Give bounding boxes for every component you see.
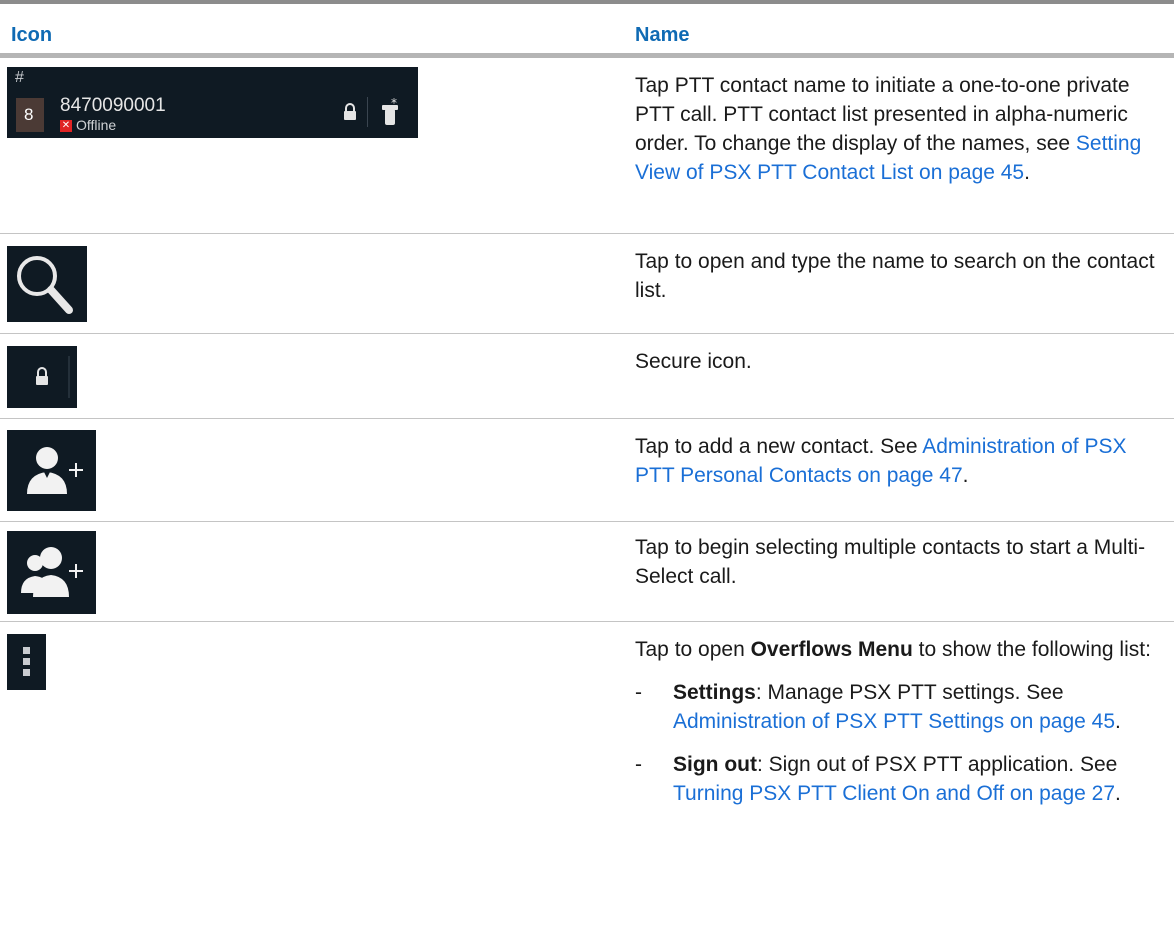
search-row-description: Tap to open and type the name to search …: [635, 250, 1155, 302]
search-icon: [7, 246, 87, 322]
overflow-row-description: Tap to open Overflows Menu to show the f…: [635, 635, 1155, 808]
lock-icon: [7, 346, 77, 408]
contact-list-item-image: # 8 8470090001 ✕ Offline *: [7, 67, 418, 138]
section-label: #: [15, 69, 24, 86]
add-group-icon: [7, 531, 96, 614]
link-administration-settings[interactable]: Administration of PSX PTT Settings on pa…: [673, 710, 1115, 733]
contact-row-description: Tap PTT contact name to initiate a one-t…: [635, 74, 1142, 184]
avatar: 8: [16, 98, 44, 132]
row-divider: [0, 621, 1174, 622]
link-turning-client-on-off[interactable]: Turning PSX PTT Client On and Off on pag…: [673, 782, 1115, 805]
overflow-intro: Tap to open Overflows Menu to show the f…: [635, 638, 1151, 661]
multi-select-row-description: Tap to begin selecting multiple contacts…: [635, 536, 1146, 588]
contact-number: 8470090001: [60, 95, 166, 116]
row-divider: [0, 521, 1174, 522]
table-header: Icon Name: [0, 4, 1174, 52]
overflow-list: - Settings: Manage PSX PTT settings. See…: [635, 678, 1155, 808]
row-divider: [0, 333, 1174, 334]
header-icon-column: Icon: [11, 24, 53, 46]
lock-icon: [344, 103, 356, 120]
svg-text:*: *: [391, 97, 397, 110]
add-contact-row-description: Tap to add a new contact. See Administra…: [635, 435, 1127, 487]
secure-row-description: Secure icon.: [635, 350, 752, 373]
list-item-settings: - Settings: Manage PSX PTT settings. See…: [635, 681, 1121, 733]
add-contact-icon: [7, 430, 96, 511]
settings-badge-icon: *: [382, 97, 398, 125]
header-rule: [0, 53, 1174, 58]
row-divider: [0, 418, 1174, 419]
overflow-menu-icon: [7, 634, 46, 690]
list-item-sign-out: - Sign out: Sign out of PSX PTT applicat…: [635, 753, 1121, 805]
status-badge: ✕ Offline: [60, 117, 117, 133]
header-name-column: Name: [635, 24, 690, 46]
row-divider: [0, 233, 1174, 234]
